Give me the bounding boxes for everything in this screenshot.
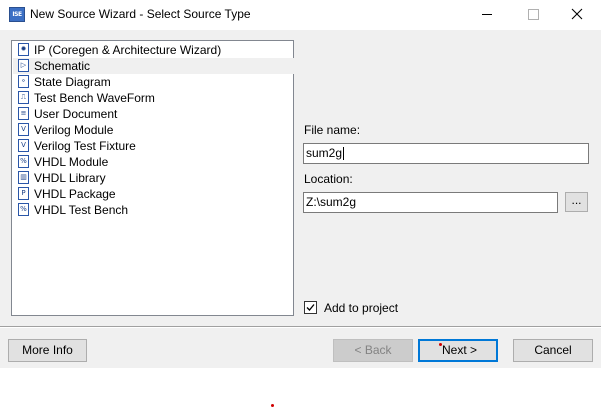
source-type-item[interactable]: ▷ Schematic <box>13 58 294 74</box>
waveform-icon: ⎍ <box>18 91 29 104</box>
app-icon: ISE <box>9 7 25 22</box>
location-label: Location: <box>304 172 353 186</box>
pointer-marker <box>271 404 274 407</box>
cancel-button[interactable]: Cancel <box>513 339 593 362</box>
text-caret <box>343 147 345 160</box>
vhdl-library-icon: ▥ <box>18 171 29 184</box>
verilog-module-icon: V <box>18 123 29 136</box>
back-button[interactable]: < Back <box>333 339 413 362</box>
minimize-button[interactable] <box>464 0 510 30</box>
source-type-item[interactable]: V Verilog Test Fixture <box>13 138 294 154</box>
checkmark-icon <box>306 304 315 311</box>
source-type-item[interactable]: ⚬ State Diagram <box>13 74 294 90</box>
source-type-label: VHDL Module <box>34 155 109 169</box>
file-name-input[interactable]: sum2g <box>303 143 589 164</box>
maximize-icon <box>528 9 539 20</box>
document-icon: ≡ <box>18 107 29 120</box>
vhdl-test-bench-icon: % <box>18 203 29 216</box>
schematic-icon: ▷ <box>18 59 29 72</box>
add-to-project-checkbox[interactable] <box>304 301 317 314</box>
source-type-item[interactable]: ✹ IP (Coregen & Architecture Wizard) <box>13 42 294 58</box>
source-type-label: VHDL Library <box>34 171 106 185</box>
source-type-item[interactable]: % VHDL Test Bench <box>13 202 294 218</box>
source-type-label: VHDL Test Bench <box>34 203 129 217</box>
next-button[interactable]: Next > <box>418 339 498 362</box>
ip-wizard-icon: ✹ <box>18 43 29 56</box>
vhdl-package-icon: P <box>18 187 29 200</box>
title-bar: ISE New Source Wizard - Select Source Ty… <box>0 0 601 30</box>
window-title: New Source Wizard - Select Source Type <box>30 7 251 21</box>
source-type-label: User Document <box>34 107 118 121</box>
verilog-test-fixture-icon: V <box>18 139 29 152</box>
close-button[interactable] <box>555 0 601 30</box>
button-row-divider-highlight <box>0 327 601 328</box>
browse-location-button[interactable]: ... <box>565 192 588 212</box>
source-type-item[interactable]: P VHDL Package <box>13 186 294 202</box>
minimize-icon <box>482 14 492 15</box>
source-type-item[interactable]: ▥ VHDL Library <box>13 170 294 186</box>
source-type-item[interactable]: ≡ User Document <box>13 106 294 122</box>
add-to-project-label[interactable]: Add to project <box>324 301 398 315</box>
location-input[interactable]: Z:\sum2g <box>303 192 558 213</box>
state-diagram-icon: ⚬ <box>18 75 29 88</box>
source-type-label: State Diagram <box>34 75 111 89</box>
source-type-label: Verilog Module <box>34 123 114 137</box>
source-type-label: Schematic <box>34 59 91 73</box>
location-value: Z:\sum2g <box>306 195 357 209</box>
source-type-label: Verilog Test Fixture <box>34 139 136 153</box>
source-type-label: IP (Coregen & Architecture Wizard) <box>34 43 222 57</box>
close-icon <box>571 8 583 20</box>
source-type-label: Test Bench WaveForm <box>34 91 155 105</box>
source-type-list[interactable]: ✹ IP (Coregen & Architecture Wizard) ▷ Sche… <box>11 40 294 316</box>
source-type-item[interactable]: V Verilog Module <box>13 122 294 138</box>
source-type-item[interactable]: ⎍ Test Bench WaveForm <box>13 90 294 106</box>
file-name-label: File name: <box>304 123 361 137</box>
maximize-button[interactable] <box>510 0 556 30</box>
more-info-button[interactable]: More Info <box>8 339 87 362</box>
file-name-value: sum2g <box>306 146 343 160</box>
source-type-item[interactable]: % VHDL Module <box>13 154 294 170</box>
next-button-label: Next > <box>441 343 477 357</box>
source-type-label: VHDL Package <box>34 187 116 201</box>
new-source-wizard-dialog: ISE New Source Wizard - Select Source Ty… <box>0 0 601 368</box>
vhdl-module-icon: % <box>18 155 29 168</box>
